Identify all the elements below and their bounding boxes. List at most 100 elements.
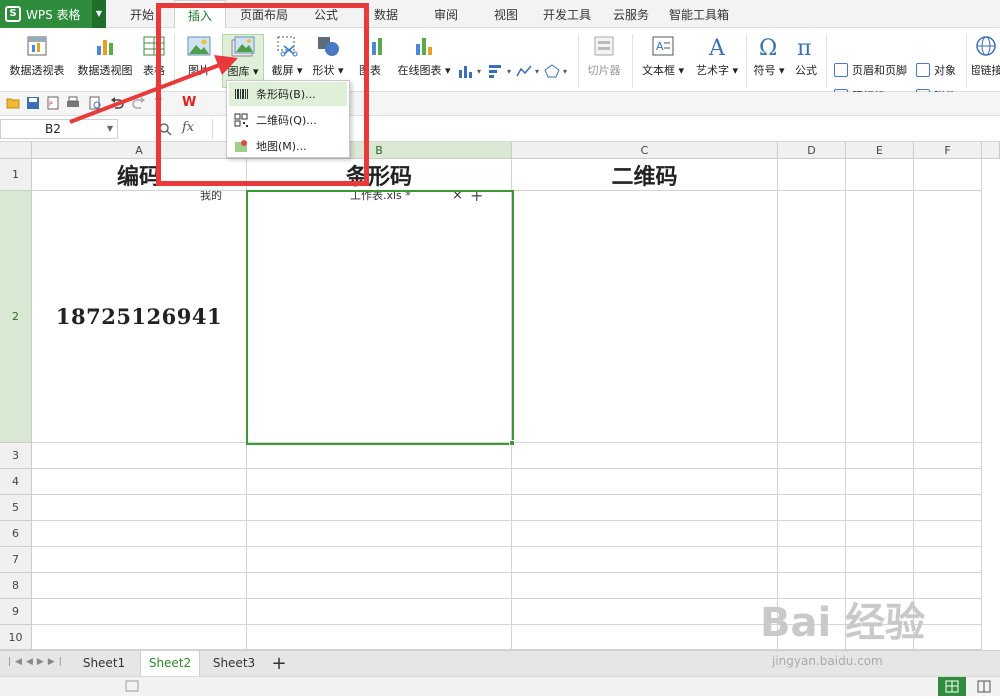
globe-icon: [976, 36, 996, 56]
online-chart-icon: [416, 38, 432, 55]
print-preview-icon[interactable]: [88, 96, 102, 110]
object-icon: [916, 63, 930, 77]
page-break-view-button[interactable]: [970, 677, 998, 696]
object-button[interactable]: 对象: [916, 60, 956, 80]
wordart-button[interactable]: A 艺术字 ▾: [692, 34, 742, 88]
row-header-7[interactable]: 7: [0, 547, 32, 573]
sheet-tab-2[interactable]: Sheet2: [140, 651, 200, 676]
tab-developer[interactable]: 开发工具: [536, 0, 598, 28]
row-header-5[interactable]: 5: [0, 495, 32, 521]
column-header-c[interactable]: C: [512, 142, 778, 159]
row-header-2[interactable]: 2: [0, 191, 32, 443]
tab-smart-tools[interactable]: 智能工具箱: [664, 0, 734, 28]
undo-icon[interactable]: [110, 96, 124, 110]
tab-data[interactable]: 数据: [364, 0, 408, 28]
sheet-nav-arrows-icon[interactable]: |◀◀▶▶|: [8, 657, 66, 667]
app-menu-button[interactable]: S WPS 表格 ▼: [0, 0, 106, 28]
row-header-9[interactable]: 9: [0, 599, 32, 625]
slicer-icon: [594, 36, 614, 56]
empty-cells-col-b[interactable]: [247, 443, 512, 650]
menu-item-qrcode[interactable]: 二维码(Q)...: [229, 108, 347, 132]
radar-chart-icon: [544, 64, 560, 78]
tab-view[interactable]: 视图: [484, 0, 528, 28]
empty-cells-col-c[interactable]: [512, 443, 778, 650]
save-icon[interactable]: [26, 96, 40, 110]
textbox-button[interactable]: A 文本框 ▾: [638, 34, 688, 88]
formula-button[interactable]: π 公式: [790, 34, 822, 88]
menu-item-map[interactable]: 地图(M)...: [229, 134, 347, 158]
object-label: 对象: [934, 64, 956, 77]
header-footer-icon: [834, 63, 848, 77]
ribbon-divider: [578, 34, 579, 88]
pivot-table-button[interactable]: 数据透视表: [6, 34, 68, 88]
ribbon-divider: [826, 34, 827, 88]
name-box[interactable]: B2 ▼: [0, 119, 118, 139]
row-header-4[interactable]: 4: [0, 469, 32, 495]
hyperlink-button[interactable]: 超链接: [972, 34, 1000, 88]
cell-f2[interactable]: [914, 191, 982, 443]
wordart-icon: A: [708, 36, 726, 58]
app-title: WPS 表格: [26, 7, 81, 22]
textbox-label: 文本框 ▾: [641, 64, 685, 77]
column-header-e[interactable]: E: [846, 142, 914, 159]
ribbon-divider: [746, 34, 747, 88]
radar-chart-dropdown[interactable]: ▾: [544, 62, 582, 80]
row-header-1[interactable]: 1: [0, 159, 32, 191]
header-footer-label: 页眉和页脚: [852, 64, 907, 77]
baidu-watermark-logo: Bai 经验: [760, 600, 926, 646]
pivot-table-icon: [27, 36, 47, 56]
open-folder-icon[interactable]: [6, 96, 20, 110]
formula-bar: B2 ▼ fx: [0, 116, 1000, 142]
name-box-value: B2: [45, 122, 61, 136]
cell-d2[interactable]: [778, 191, 846, 443]
cell-c1[interactable]: 二维码: [512, 159, 778, 191]
slicer-button[interactable]: 切片器: [584, 34, 624, 88]
normal-view-button[interactable]: [938, 677, 966, 696]
row-header-8[interactable]: 8: [0, 573, 32, 599]
select-all-corner[interactable]: [0, 142, 32, 159]
column-header-g[interactable]: [982, 142, 1000, 159]
print-icon[interactable]: [66, 96, 80, 110]
tab-cloud[interactable]: 云服务: [606, 0, 656, 28]
pi-icon: π: [797, 36, 811, 58]
export-pdf-icon[interactable]: P: [46, 96, 60, 110]
empty-cells-col-a[interactable]: [32, 443, 247, 650]
cell-f1[interactable]: [914, 159, 982, 191]
menu-item-label: 二维码(Q)...: [256, 114, 317, 127]
header-footer-button[interactable]: 页眉和页脚: [834, 60, 907, 80]
gallery-dropdown-menu: 条形码(B)... 二维码(Q)... 地图(M)...: [226, 80, 350, 158]
cell-c2[interactable]: [512, 191, 778, 443]
barcode-icon: [235, 89, 248, 99]
chevron-down-icon[interactable]: ▼: [92, 0, 106, 28]
row-header-10[interactable]: 10: [0, 625, 32, 650]
menu-item-barcode[interactable]: 条形码(B)...: [229, 82, 347, 106]
textbox-icon: A: [652, 36, 674, 56]
column-chart-icon: [459, 66, 472, 78]
column-header-d[interactable]: D: [778, 142, 846, 159]
ribbon-divider: [632, 34, 633, 88]
row-header-3[interactable]: 3: [0, 443, 32, 469]
bar-chart-icon: [489, 65, 501, 78]
menu-item-label: 地图(M)...: [256, 140, 307, 153]
symbol-button[interactable]: Ω 符号 ▾: [750, 34, 788, 88]
add-sheet-button[interactable]: +: [268, 651, 290, 676]
redo-icon[interactable]: [132, 96, 146, 110]
cell-d1[interactable]: [778, 159, 846, 191]
macro-record-icon[interactable]: [124, 679, 140, 693]
sheet-tab-1[interactable]: Sheet1: [76, 651, 132, 676]
cell-a2[interactable]: 18725126941: [32, 191, 247, 443]
slicer-label: 切片器: [587, 64, 621, 77]
tab-review[interactable]: 审阅: [424, 0, 468, 28]
fill-handle[interactable]: [509, 440, 515, 446]
hyperlink-label: 超链接: [972, 64, 1000, 77]
cell-e1[interactable]: [846, 159, 914, 191]
cell-e2[interactable]: [846, 191, 914, 443]
column-header-f[interactable]: F: [914, 142, 982, 159]
map-icon: [235, 140, 247, 152]
online-chart-button[interactable]: 在线图表 ▾: [396, 34, 452, 88]
sheet-tab-bar: |◀◀▶▶| Sheet1 Sheet2 Sheet3 + jingyan.ba…: [0, 650, 1000, 676]
pivot-chart-button[interactable]: 数据透视图: [74, 34, 136, 88]
row-header-6[interactable]: 6: [0, 521, 32, 547]
chevron-down-icon[interactable]: ▼: [107, 120, 113, 138]
sheet-tab-3[interactable]: Sheet3: [206, 651, 262, 676]
